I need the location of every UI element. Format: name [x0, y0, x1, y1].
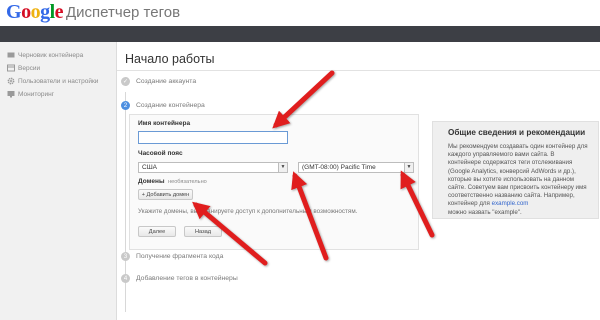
chevron-down-icon: ▼ — [404, 163, 413, 172]
add-domain-button[interactable]: + Добавить домен — [138, 189, 193, 200]
sidebar-item-users-settings[interactable]: Пользователи и настройки — [0, 74, 116, 88]
step-create-account: ✓ Создание аккаунта — [121, 77, 196, 86]
recommendations-title: Общие сведения и рекомендации — [448, 128, 586, 137]
domains-optional-hint: необязательно — [168, 179, 207, 185]
step-create-container: 2 Создание контейнера — [121, 101, 205, 110]
step-number: 3 — [121, 252, 130, 261]
step-get-snippet: 3 Получение фрагмента кода — [121, 252, 223, 261]
top-header: Google Диспетчер тегов — [0, 0, 600, 26]
app-title: Диспетчер тегов — [66, 4, 181, 21]
step-label: Создание контейнера — [136, 102, 205, 109]
step-number: 2 — [121, 101, 130, 110]
step-label: Получение фрагмента кода — [136, 253, 224, 260]
sidebar-item-label: Пользователи и настройки — [18, 77, 99, 85]
container-form: Имя контейнера Часовой пояс США ▼ (GMT-0… — [129, 114, 419, 250]
country-value: США — [142, 164, 157, 171]
country-select[interactable]: США ▼ — [138, 162, 288, 173]
step-number: 4 — [121, 274, 130, 283]
logo-letter: o — [21, 1, 31, 23]
container-name-label: Имя контейнера — [138, 120, 191, 127]
timezone-select[interactable]: (GMT-08:00) Pacific Time ▼ — [298, 162, 414, 173]
logo-letter: o — [30, 1, 41, 23]
recommendations-body: Мы рекомендуем создавать один контейнер … — [448, 143, 588, 208]
sidebar-item-label: Черновик контейнера — [18, 51, 84, 59]
sidebar-item-label: Версии — [18, 64, 41, 72]
domains-label: Домены — [138, 178, 165, 185]
monitor-icon — [6, 90, 15, 99]
sidebar-item-container-draft[interactable]: Черновик контейнера — [0, 48, 116, 62]
timezone-value: (GMT-08:00) Pacific Time — [302, 164, 376, 171]
step-label: Добавление тегов в контейнеры — [136, 275, 238, 282]
check-icon: ✓ — [121, 77, 130, 86]
top-nav-bar — [0, 26, 600, 42]
step-add-tags: 4 Добавление тегов в контейнеры — [121, 274, 238, 283]
sidebar-item-monitoring[interactable]: Мониторинг — [0, 87, 116, 101]
domains-helper-text: Укажите домены, вы планируете доступ к д… — [138, 208, 358, 215]
container-icon — [6, 51, 15, 60]
sidebar: Черновик контейнера Версии Пользователи … — [0, 42, 117, 320]
container-name-input[interactable] — [138, 131, 288, 144]
back-button[interactable]: Назад — [184, 226, 222, 237]
divider — [117, 70, 600, 71]
logo-letter: G — [6, 1, 22, 23]
recommendations-text: Мы рекомендуем создавать один контейнер … — [448, 143, 588, 217]
sidebar-item-versions[interactable]: Версии — [0, 61, 116, 75]
logo-letter: g — [40, 1, 50, 23]
recommendations-body-end: можно назвать "example". — [448, 208, 522, 216]
next-button[interactable]: Далее — [138, 226, 176, 237]
sidebar-item-label: Мониторинг — [18, 90, 55, 98]
timezone-label: Часовой пояс — [138, 150, 183, 157]
step-label: Создание аккаунта — [136, 78, 197, 85]
gear-icon — [6, 77, 15, 86]
logo-letter: e — [54, 1, 64, 23]
versions-icon — [6, 64, 15, 73]
chevron-down-icon: ▼ — [278, 163, 287, 172]
example-link[interactable]: example.com — [492, 200, 529, 207]
page-title: Начало работы — [125, 52, 215, 66]
google-logo[interactable]: Google — [6, 1, 64, 24]
